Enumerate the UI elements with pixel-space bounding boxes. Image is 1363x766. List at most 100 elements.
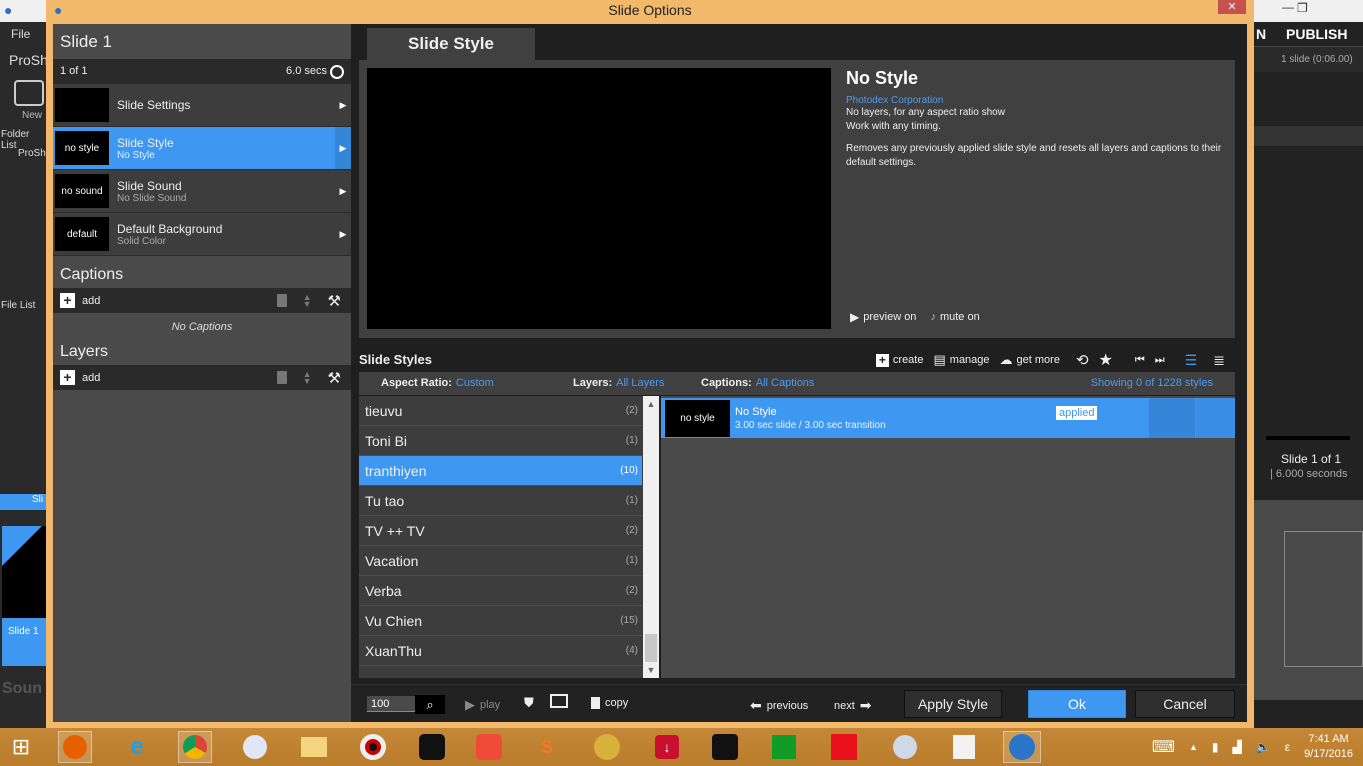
volume-icon[interactable]: 🔈	[1256, 740, 1271, 754]
restore-button[interactable]: ❐	[1297, 1, 1308, 15]
keyboard-icon[interactable]: ⌨	[1152, 737, 1175, 757]
category-item[interactable]: Toni Bi (1)	[359, 426, 642, 456]
scroll-down-arrow-icon[interactable]: ▼	[643, 662, 659, 678]
style-author-link[interactable]: Photodex Corporation	[846, 95, 1226, 106]
mute-toggle[interactable]: ♪ mute on	[930, 310, 979, 324]
zoom-input[interactable]: 100	[367, 696, 415, 712]
new-show-icon[interactable]	[14, 80, 44, 106]
language-indicator[interactable]: ε	[1285, 740, 1290, 754]
open-ribbon	[2, 526, 42, 566]
slide-list-tab[interactable]: Sli	[0, 494, 46, 510]
file-explorer-icon[interactable]	[297, 731, 331, 763]
next-button[interactable]: next ➡	[834, 697, 872, 714]
preview-toggle[interactable]: ▶ preview on	[850, 310, 916, 324]
get-more-button[interactable]: ☁ get more	[1000, 352, 1060, 368]
previous-button[interactable]: ⬅ previous	[750, 697, 808, 714]
tab-slide-style[interactable]: Slide Style	[367, 28, 535, 60]
copy-button[interactable]: copy	[591, 697, 628, 709]
list-view-icon[interactable]: ≣	[1213, 352, 1225, 369]
battery-icon[interactable]: ▮	[1212, 740, 1219, 754]
cancel-button[interactable]: Cancel	[1135, 690, 1235, 718]
layers-filter[interactable]: Layers: All Layers	[573, 377, 664, 389]
category-item-selected[interactable]: tranthiyen (10)	[359, 456, 642, 486]
slide-thumbnail[interactable]: Slide 1	[2, 526, 46, 666]
clock-icon[interactable]	[330, 64, 344, 79]
favorite-star-icon[interactable]: ★	[1099, 350, 1113, 370]
sublime-style-app-icon[interactable]: S	[530, 731, 564, 763]
apply-style-button[interactable]: Apply Style	[904, 690, 1002, 718]
aspect-ratio-value[interactable]: Custom	[456, 377, 494, 389]
layers-filter-value[interactable]: All Layers	[616, 377, 664, 389]
scroll-thumb[interactable]	[645, 634, 657, 662]
category-scrollbar[interactable]: ▲ ▼	[643, 396, 659, 678]
video-app-icon[interactable]	[590, 731, 624, 763]
add-layer-icon[interactable]: +	[60, 370, 75, 385]
add-layer-button[interactable]: add	[82, 372, 100, 384]
aspect-ratio-filter[interactable]: Aspect Ratio: Custom	[381, 377, 494, 389]
arabic-app-icon[interactable]	[827, 731, 861, 763]
windows-store-icon[interactable]	[767, 731, 801, 763]
category-item[interactable]: Vu Chien (15)	[359, 606, 642, 636]
browser-app-icon[interactable]	[238, 731, 272, 763]
manage-styles-button[interactable]: ▤ manage	[933, 352, 989, 368]
signal-icon[interactable]: ▟	[1233, 740, 1242, 754]
proshow-icon[interactable]	[1003, 731, 1041, 763]
chrome-icon[interactable]	[178, 731, 212, 763]
tray-expand-icon[interactable]: ▲	[1189, 742, 1198, 752]
item-thumbnail: no sound	[55, 174, 109, 208]
style-row-selected[interactable]: no style No Style 3.00 sec slide / 3.00 …	[661, 398, 1235, 438]
add-caption-icon[interactable]: +	[60, 293, 75, 308]
webcam-app-icon[interactable]	[415, 731, 449, 763]
equalizer-app-icon[interactable]	[708, 731, 742, 763]
refresh-icon[interactable]: ⟲	[1076, 351, 1089, 369]
add-caption-button[interactable]: add	[82, 295, 100, 307]
menu-file[interactable]: File	[11, 27, 30, 41]
window-icon[interactable]	[550, 694, 568, 708]
category-item[interactable]: TV ++ TV (2)	[359, 516, 642, 546]
media-app-icon[interactable]	[888, 731, 922, 763]
last-page-icon[interactable]: ⏭	[1155, 354, 1165, 367]
tools-icon[interactable]: ⚒	[328, 292, 341, 310]
paint-app-icon[interactable]	[947, 731, 981, 763]
internet-explorer-icon[interactable]: e	[120, 731, 154, 763]
menu-item-default-background[interactable]: default Default Background Solid Color ▶	[53, 213, 351, 256]
reorder-icon[interactable]: ▲ ▼	[303, 369, 312, 385]
shield-icon[interactable]: ⛊	[524, 695, 534, 711]
trash-icon[interactable]	[276, 294, 287, 307]
gom-player-icon[interactable]	[472, 731, 506, 763]
category-item[interactable]: Tu tao (1)	[359, 486, 642, 516]
tools-icon[interactable]: ⚒	[328, 369, 341, 387]
clock[interactable]: 7:41 AM 9/17/2016	[1304, 732, 1353, 762]
category-item[interactable]: XuanThu (4)	[359, 636, 642, 666]
ok-button[interactable]: Ok	[1028, 690, 1126, 718]
menu-item-slide-sound[interactable]: no sound Slide Sound No Slide Sound ▶	[53, 170, 351, 213]
play-button[interactable]: ▶ play	[465, 697, 500, 713]
minimize-button[interactable]: —	[1282, 0, 1294, 14]
trash-icon[interactable]	[276, 371, 287, 384]
download-manager-icon[interactable]: ↓	[650, 731, 684, 763]
style-title: No Style	[846, 68, 919, 88]
menu-item-slide-style[interactable]: no style Slide Style No Style ▶	[53, 127, 351, 170]
close-button[interactable]: ✕	[1218, 0, 1246, 14]
reorder-icon[interactable]: ▲ ▼	[303, 292, 312, 308]
timeline-bar[interactable]	[1266, 436, 1350, 440]
captions-filter[interactable]: Captions: All Captions	[701, 377, 814, 389]
publish-button[interactable]: PUBLISH	[1286, 26, 1347, 42]
tree-root[interactable]: ProSh	[18, 148, 46, 159]
style-list: no style No Style 3.00 sec slide / 3.00 …	[661, 396, 1235, 678]
scroll-up-arrow-icon[interactable]: ▲	[643, 396, 659, 412]
style-thumbnail: no style	[665, 400, 730, 437]
firefox-icon[interactable]	[58, 731, 92, 763]
windows-start-icon[interactable]: ⊞	[4, 731, 38, 763]
category-item[interactable]: Verba (2)	[359, 576, 642, 606]
first-page-icon[interactable]: ⏮	[1135, 354, 1145, 367]
style-info-line: No layers, for any aspect ratio show	[846, 107, 1005, 118]
detail-view-icon[interactable]: ☰	[1185, 352, 1198, 369]
search-icon[interactable]: ⌕	[415, 695, 445, 714]
category-item[interactable]: Vacation (1)	[359, 546, 642, 576]
captions-filter-value[interactable]: All Captions	[756, 377, 815, 389]
category-item[interactable]: tieuvu (2)	[359, 396, 642, 426]
create-style-button[interactable]: + create	[875, 353, 923, 367]
menu-item-slide-settings[interactable]: Slide Settings ▶	[53, 84, 351, 127]
recorder-icon[interactable]	[356, 731, 390, 763]
